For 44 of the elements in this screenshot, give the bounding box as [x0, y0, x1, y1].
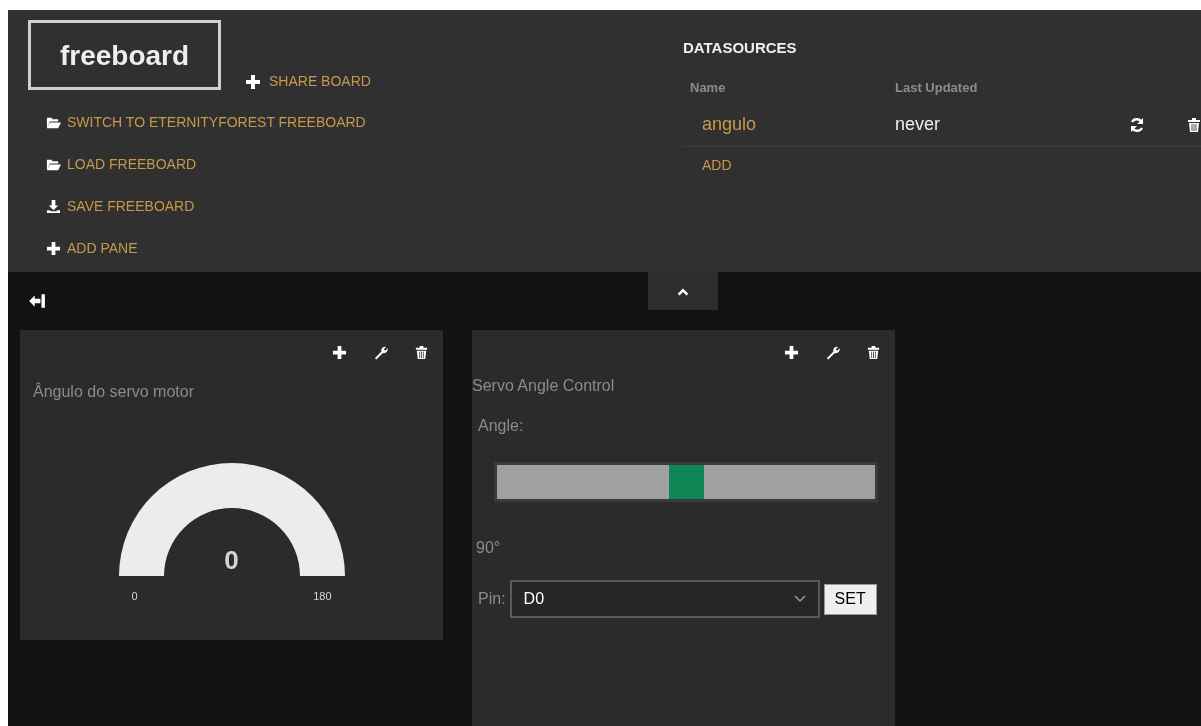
datasources-title: DATASOURCES	[683, 38, 798, 58]
menu-link[interactable]: SWITCH TO ETERNITYFOREST FREEBOARD	[46, 112, 668, 132]
datasource-name[interactable]: angulo	[683, 111, 895, 138]
collapse-icon	[28, 292, 46, 310]
gauge-max-label: 180	[313, 589, 332, 604]
wrench-icon	[825, 344, 840, 360]
column-header: Last Updated	[895, 78, 978, 97]
menu-link[interactable]: SAVE FREEBOARD	[46, 196, 668, 216]
plus-icon	[46, 240, 61, 256]
delete-pane-button[interactable]	[414, 344, 429, 360]
column-header: Name	[690, 78, 727, 97]
set-button[interactable]: SET	[823, 583, 877, 615]
menu-link[interactable]: LOAD FREEBOARD	[46, 154, 668, 174]
slider-track[interactable]	[494, 462, 878, 502]
plus-icon	[245, 73, 261, 90]
plus-icon	[784, 344, 799, 360]
share-board-link[interactable]: SHARE BOARD	[245, 71, 371, 92]
plus-icon	[332, 344, 347, 360]
pane-title: Ângulo do servo motor	[33, 381, 195, 402]
angle-label: Angle:	[478, 416, 525, 436]
add-widget-button[interactable]	[784, 344, 799, 360]
add-widget-button[interactable]	[332, 344, 347, 360]
slider-thumb[interactable]	[669, 465, 704, 499]
pane-title: Servo Angle Control	[472, 376, 616, 396]
angle-reading: 90°	[476, 538, 502, 558]
trash-icon	[414, 344, 429, 360]
delete-button[interactable]	[1186, 116, 1201, 133]
gauge-min-label: 0	[131, 589, 138, 604]
delete-pane-button[interactable]	[866, 344, 881, 360]
last-updated: never	[895, 113, 942, 136]
trash-icon	[866, 344, 881, 360]
refresh-icon	[1129, 116, 1145, 133]
refresh-button[interactable]	[1129, 116, 1145, 133]
menu-link[interactable]: ADD PANE	[46, 238, 668, 258]
add-datasource-link[interactable]: ADD	[702, 155, 732, 176]
settings-button[interactable]	[373, 344, 388, 360]
logo: freeboard	[28, 20, 221, 90]
pin-select[interactable]: D0	[509, 580, 820, 618]
settings-button[interactable]	[825, 344, 840, 360]
wrench-icon	[373, 344, 388, 360]
gauge-value: 0	[223, 544, 240, 577]
download-icon	[46, 198, 61, 214]
pin-label: Pin:	[478, 589, 506, 609]
caret-icon	[793, 595, 806, 603]
